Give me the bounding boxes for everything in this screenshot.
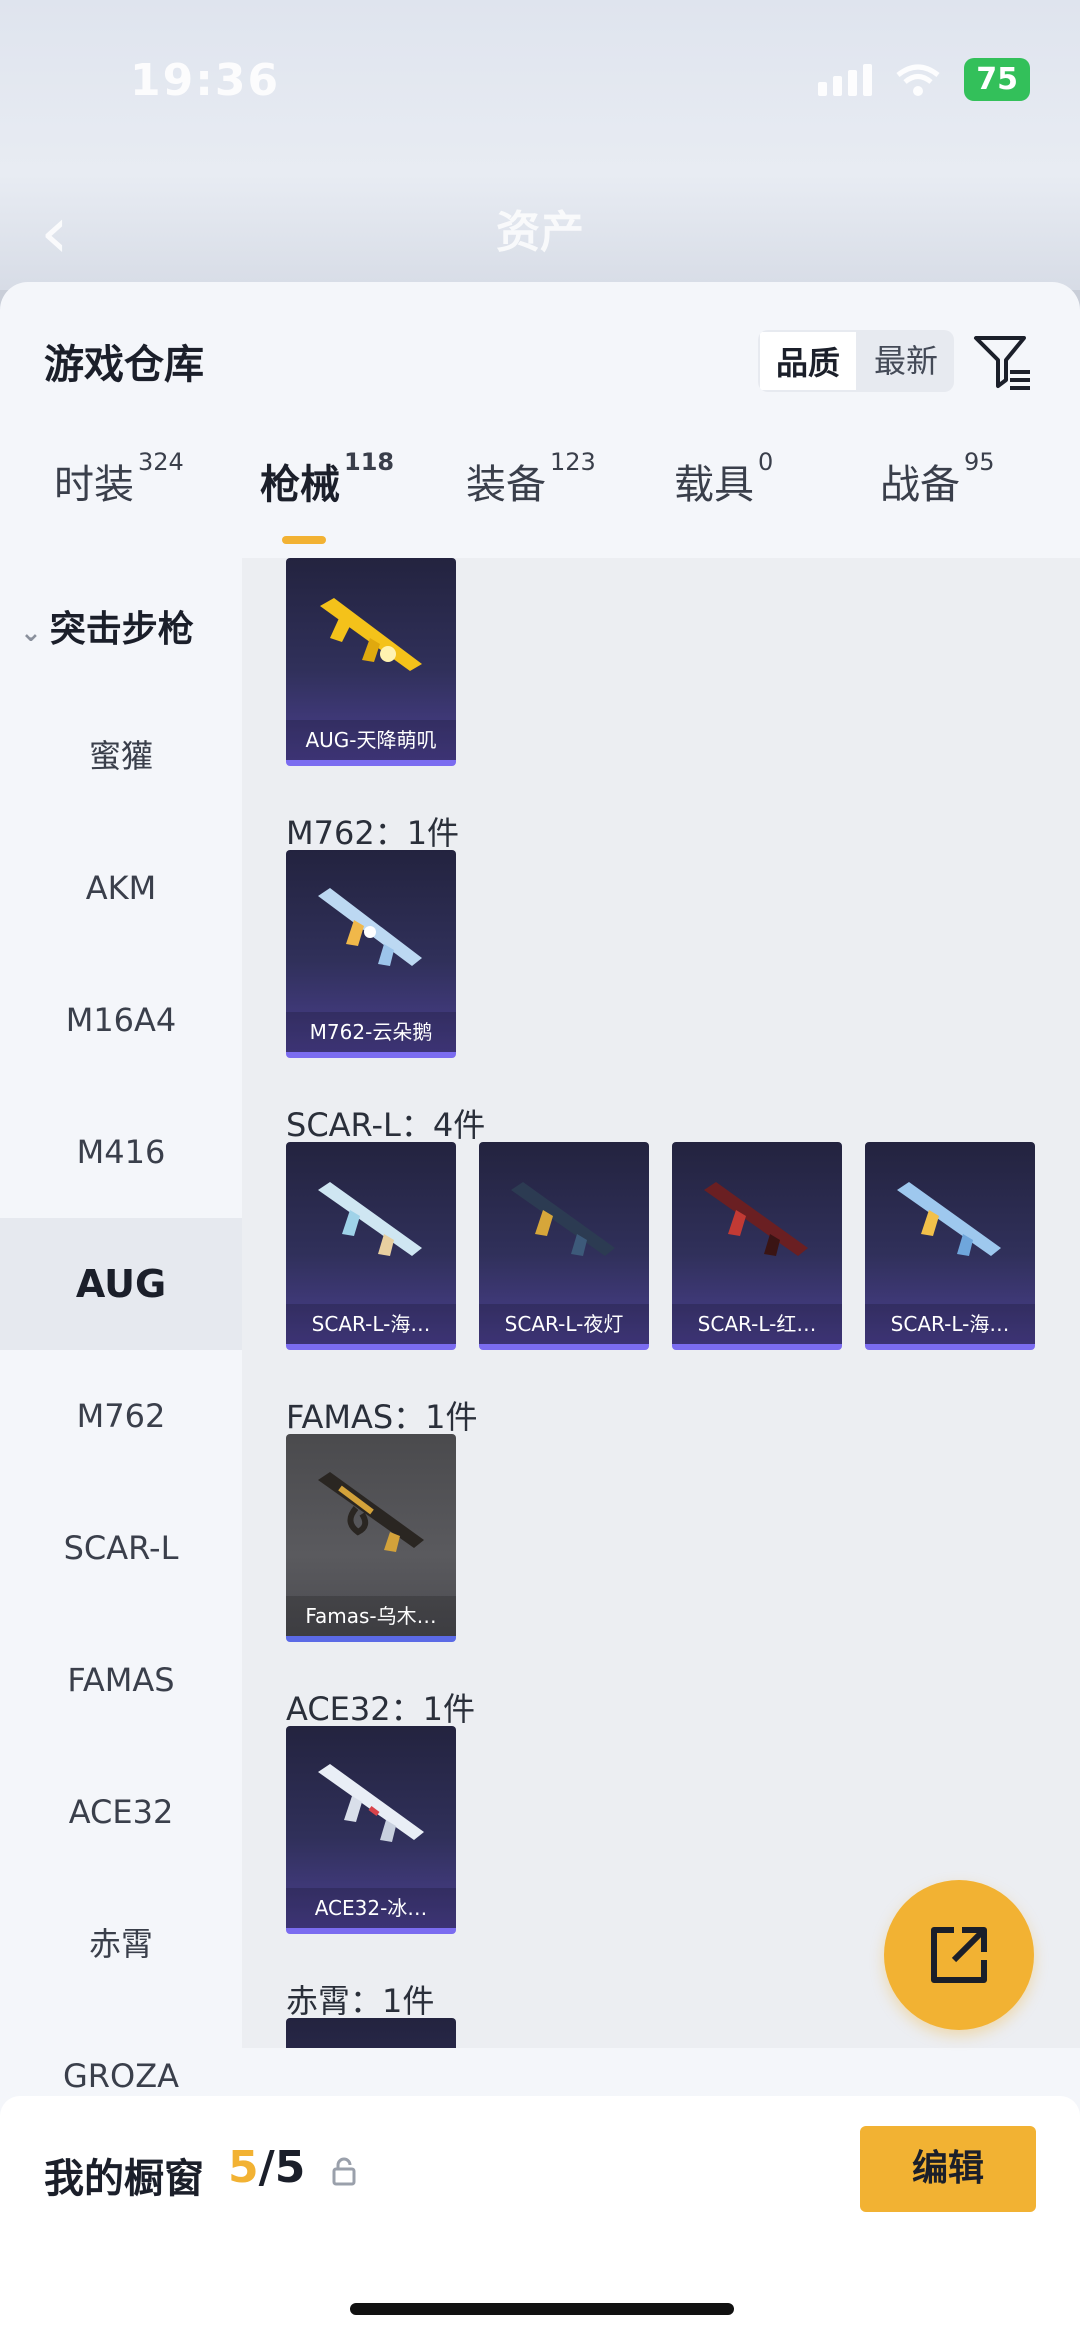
m762-skin-icon [318,888,422,966]
filter-icon[interactable] [970,330,1034,394]
weapon-skin-list: AUG-天降萌叽 M762：1件 M762-云朵鹅 SCAR-L：4件 SCAR… [242,558,1080,2048]
share-button[interactable] [884,1880,1034,2030]
group-label-famas: FAMAS：1件 [286,1398,478,1436]
group-label-scar-l: SCAR-L：4件 [286,1106,486,1144]
skin-card-label: Famas-乌木… [286,1596,456,1636]
sidebar-item-scar-l[interactable]: SCAR-L [0,1482,242,1614]
status-time: 19:36 [130,55,281,106]
category-tabs: 时装 324 枪械 118 装备 123 载具 0 战备 95 [0,448,1080,552]
sidebar-item-m762[interactable]: M762 [0,1350,242,1482]
skin-card[interactable]: ACE32-冰… [286,1726,456,1934]
famas-skin-icon [318,1472,424,1552]
skin-card[interactable] [286,2018,456,2048]
edit-button[interactable]: 编辑 [860,2126,1036,2212]
group-label-ace32: ACE32：1件 [286,1690,475,1728]
showcase-count: 5/5 [228,2142,306,2193]
scar-l-skin-icon [318,1182,422,1256]
skin-card-label: ACE32-冰… [286,1888,456,1928]
sidebar-item-honey-badger[interactable]: 蜜獾 [0,690,242,822]
battery-indicator: 75 [964,58,1030,101]
skin-card[interactable]: Famas-乌木… [286,1434,456,1642]
aug-skin-icon [320,598,422,671]
skin-card[interactable]: SCAR-L-夜灯 [479,1142,649,1350]
tab-vehicles[interactable]: 载具 0 [674,448,773,510]
share-external-icon [931,1927,987,1983]
group-label-chixiao: 赤霄：1件 [286,1982,435,2020]
chevron-down-icon: ⌄ [20,618,42,648]
chixiao-skin-icon [300,2036,442,2048]
wifi-icon [896,64,940,96]
sidebar-item-chixiao[interactable]: 赤霄 [0,1878,242,2010]
skin-card[interactable]: SCAR-L-红… [672,1142,842,1350]
ace32-skin-icon [318,1764,424,1842]
sort-quality-button[interactable]: 品质 [758,330,859,392]
sidebar-item-famas[interactable]: FAMAS [0,1614,242,1746]
sidebar-item-aug[interactable]: AUG [0,1218,242,1350]
sidebar-item-ace32[interactable]: ACE32 [0,1746,242,1878]
sidebar-item-akm[interactable]: AKM [0,822,242,954]
tab-fashion[interactable]: 时装 324 [54,448,184,510]
sidebar-item-m16a4[interactable]: M16A4 [0,954,242,1086]
scar-l-skin-icon [704,1182,808,1256]
status-indicators: 75 [818,58,1030,101]
skin-card-label: M762-云朵鹅 [286,1012,456,1052]
sort-latest-button[interactable]: 最新 [858,330,954,392]
active-tab-indicator [282,536,326,544]
home-indicator [350,2303,734,2315]
showcase-title: 我的橱窗 [44,2156,204,2202]
tab-supplies[interactable]: 战备 95 [880,448,995,510]
sidebar-group-assault-rifles[interactable]: ⌄ 突击步枪 [20,600,194,652]
tab-firearms[interactable]: 枪械 118 [260,448,394,510]
blurred-background-header: 19:36 75 ‹ 资产 [0,0,1080,290]
sort-toggle: 品质 最新 [758,330,955,392]
skin-card-label: SCAR-L-海… [865,1304,1035,1344]
skin-card-label: SCAR-L-海… [286,1304,456,1344]
skin-card-label: AUG-天降萌叽 [286,720,456,760]
skin-card[interactable]: M762-云朵鹅 [286,850,456,1058]
group-label-m762: M762：1件 [286,814,460,852]
skin-card[interactable]: AUG-天降萌叽 [286,558,456,766]
cellular-signal-icon [818,63,873,96]
game-warehouse-sheet: 游戏仓库 品质 最新 时装 324 枪械 118 装备 123 载具 0 战备 95 ⌄ 突… [0,282,1080,2341]
scar-l-skin-icon [897,1182,1001,1256]
skin-card-label: SCAR-L-红… [672,1304,842,1344]
sidebar-item-m416[interactable]: M416 [0,1086,242,1218]
skin-card[interactable]: SCAR-L-海… [286,1142,456,1350]
sheet-title: 游戏仓库 [44,342,204,388]
skin-card[interactable]: SCAR-L-海… [865,1142,1035,1350]
skin-card-label: SCAR-L-夜灯 [479,1304,649,1344]
page-title: 资产 [496,207,584,258]
lock-icon [332,2157,356,2186]
tab-equipment[interactable]: 装备 123 [466,448,596,510]
scar-l-skin-icon [511,1182,615,1256]
